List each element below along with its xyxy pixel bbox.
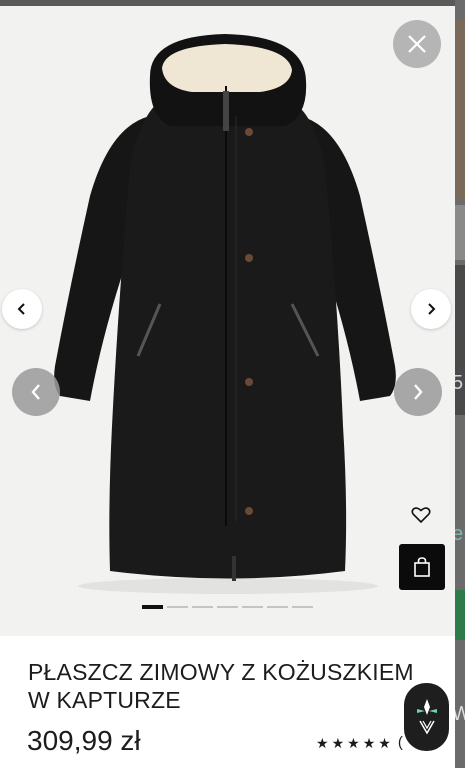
close-button[interactable] [393, 20, 441, 68]
product-image-gallery[interactable] [0, 6, 455, 636]
pagination-dot[interactable] [292, 606, 313, 608]
gallery-pagination [142, 605, 313, 609]
star-icon: ★ [347, 734, 360, 751]
pagination-dot[interactable] [167, 606, 188, 608]
chevron-right-icon [428, 303, 436, 315]
next-image-button[interactable] [411, 289, 451, 329]
background-banner [455, 590, 465, 640]
brand-badge[interactable] [404, 683, 449, 751]
background-product-image [455, 205, 465, 260]
add-to-favorites-button[interactable] [406, 500, 436, 530]
product-title: PŁASZCZ ZIMOWY Z KOŻUSZKIEM W KAPTURZE [28, 658, 438, 714]
chevron-right-icon [414, 384, 423, 400]
background-product-image [455, 20, 465, 200]
star-icon: ★ [362, 734, 376, 751]
product-rating[interactable]: ★ ★ ★ ★ ★ ( [316, 734, 403, 751]
chevron-left-icon [31, 384, 40, 400]
pagination-dot[interactable] [192, 606, 213, 608]
add-to-bag-button[interactable] [399, 544, 445, 590]
chevron-left-icon [17, 303, 25, 315]
product-title-line-2: W KAPTURZE [28, 687, 181, 713]
previous-image-button[interactable] [2, 289, 42, 329]
close-icon [408, 35, 426, 53]
brand-logo-icon [416, 699, 437, 735]
star-icon: ★ [331, 734, 345, 751]
pagination-dot[interactable] [142, 605, 163, 609]
heart-icon [411, 507, 431, 524]
star-icon: ★ [316, 734, 329, 751]
next-product-button[interactable] [394, 368, 442, 416]
product-info: PŁASZCZ ZIMOWY Z KOŻUSZKIEM W KAPTURZE 3… [0, 636, 455, 768]
pagination-dot[interactable] [267, 606, 288, 608]
product-image [54, 34, 396, 594]
product-price: 309,99 zł [27, 725, 141, 756]
product-title-line-1: PŁASZCZ ZIMOWY Z KOŻUSZKIEM [28, 659, 414, 685]
pagination-dot[interactable] [217, 606, 238, 608]
rating-stars: ★ ★ ★ ★ ★ [316, 736, 391, 750]
product-quick-view-modal: PŁASZCZ ZIMOWY Z KOŻUSZKIEM W KAPTURZE 3… [0, 6, 455, 768]
shopping-bag-icon [414, 557, 430, 577]
pagination-dot[interactable] [242, 606, 263, 608]
previous-product-button[interactable] [12, 368, 60, 416]
star-icon: ★ [378, 734, 391, 751]
rating-count: ( [397, 734, 403, 751]
